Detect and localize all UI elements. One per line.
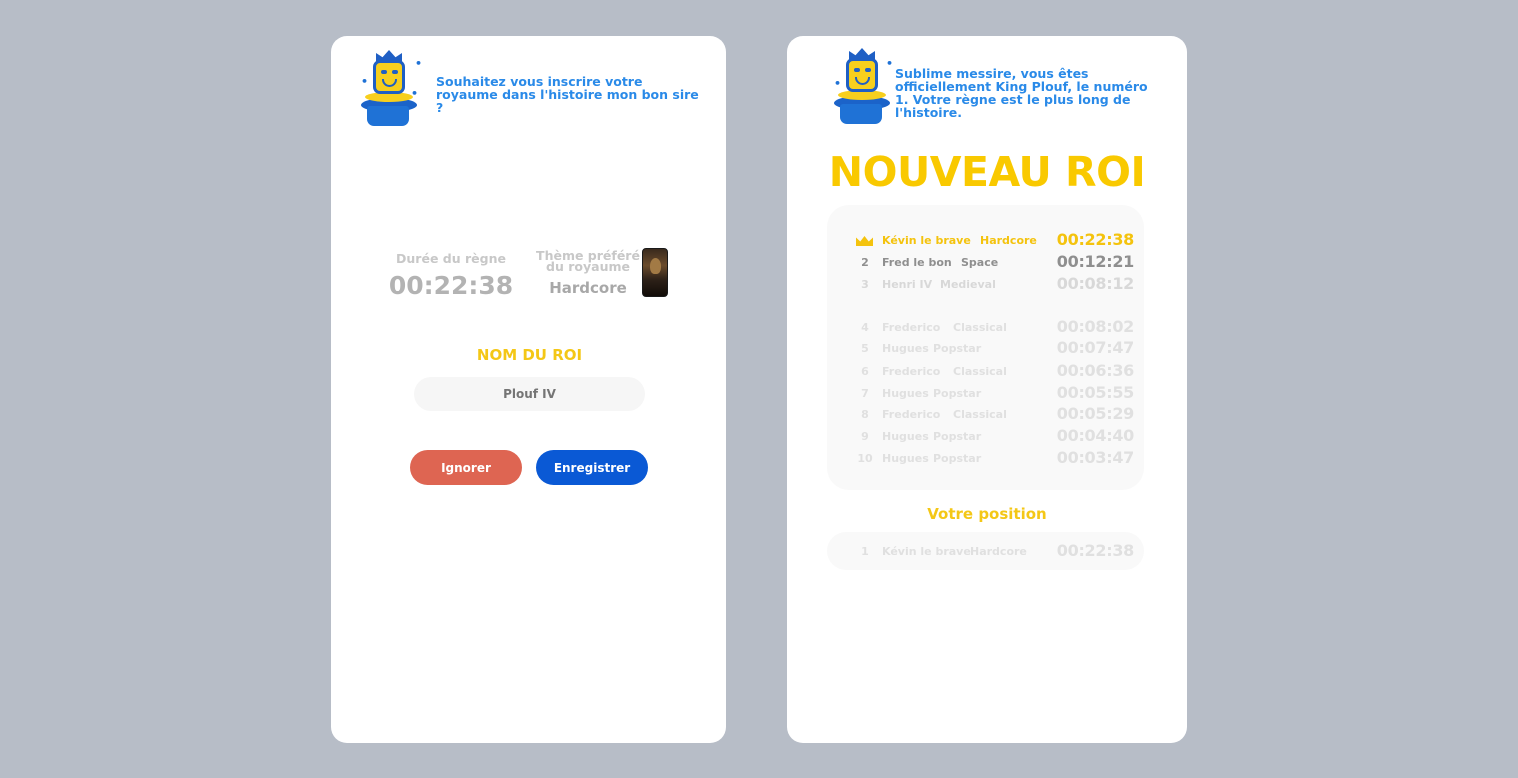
- row-time: 00:05:29: [1056, 404, 1135, 423]
- leaderboard-row: 5 Hugues Popstar 00:07:47: [827, 338, 1144, 358]
- king-plouf-mascot-icon: • • •: [361, 50, 422, 130]
- your-position-title: Votre position: [927, 505, 1047, 523]
- row-name: Frederico: [882, 365, 941, 378]
- leaderboard-row: 10 Hugues Popstar 00:03:47: [827, 448, 1144, 468]
- row-theme: Popstar: [933, 430, 982, 443]
- row-theme: Hardcore: [970, 545, 1027, 558]
- row-name: Hugues: [882, 342, 929, 355]
- leaderboard-row: 6 Frederico Classical 00:06:36: [827, 361, 1144, 381]
- leaderboard-row: 2 Fred le bon Space 00:12:21: [827, 252, 1144, 272]
- row-name: Hugues: [882, 452, 929, 465]
- leaderboard-row: 9 Hugues Popstar 00:04:40: [827, 426, 1144, 446]
- leaderboard-row: 4 Frederico Classical 00:08:02: [827, 317, 1144, 337]
- row-time: 00:22:38: [1056, 541, 1135, 560]
- king-name-title: NOM DU ROI: [476, 346, 583, 364]
- row-time: 00:12:21: [1056, 252, 1135, 271]
- row-rank: 2: [861, 256, 869, 269]
- row-rank: 5: [861, 342, 869, 355]
- new-king-card: • • Sublime messire, vous êtes officiell…: [787, 36, 1187, 743]
- row-rank: 1: [861, 545, 869, 558]
- reign-duration-value: 00:22:38: [388, 271, 514, 300]
- row-time: 00:07:47: [1056, 338, 1135, 357]
- row-name: Kévin le brave: [882, 234, 971, 247]
- row-rank: 10: [857, 452, 873, 465]
- theme-thumbnail: [642, 248, 668, 297]
- king-plouf-mascot-icon: • •: [834, 48, 894, 128]
- save-button[interactable]: Enregistrer: [536, 450, 648, 485]
- row-rank: 8: [861, 408, 869, 421]
- leaderboard-row: 7 Hugues Popstar 00:05:55: [827, 383, 1144, 403]
- row-time: 00:03:47: [1056, 448, 1135, 467]
- register-card: • • • Souhaitez vous inscrire votre roya…: [331, 36, 726, 743]
- row-rank: 3: [861, 278, 869, 291]
- row-theme: Classical: [953, 408, 1007, 421]
- row-theme: Classical: [953, 365, 1007, 378]
- row-name: Hugues: [882, 387, 929, 400]
- new-king-title: NOUVEAU ROI: [828, 148, 1146, 196]
- row-rank: 6: [861, 365, 869, 378]
- row-rank: 4: [861, 321, 869, 334]
- row-time: 00:08:02: [1056, 317, 1135, 336]
- position-row: 1 Kévin le brave Hardcore 00:22:38: [827, 541, 1144, 561]
- row-name: Frederico: [882, 321, 941, 334]
- row-theme: Popstar: [933, 452, 982, 465]
- row-theme: Popstar: [933, 387, 982, 400]
- register-prompt: Souhaitez vous inscrire votre royaume da…: [436, 74, 699, 115]
- leaderboard-row: 8 Frederico Classical 00:05:29: [827, 404, 1144, 424]
- ignore-button[interactable]: Ignorer: [410, 450, 522, 485]
- row-theme: Space: [961, 256, 999, 269]
- row-time: 00:06:36: [1056, 361, 1135, 380]
- leaderboard: Kévin le brave Hardcore 00:22:38 2 Fred …: [827, 205, 1144, 490]
- row-name: Fred le bon: [882, 256, 952, 269]
- row-theme: Medieval: [940, 278, 996, 291]
- row-theme: Classical: [953, 321, 1007, 334]
- row-rank: 9: [861, 430, 869, 443]
- favorite-theme-value: Hardcore: [549, 279, 627, 297]
- your-position-row: 1 Kévin le brave Hardcore 00:22:38: [827, 532, 1144, 570]
- row-theme: Hardcore: [980, 234, 1037, 247]
- row-name: Hugues: [882, 430, 929, 443]
- king-name-input[interactable]: [414, 377, 645, 411]
- row-name: Frederico: [882, 408, 941, 421]
- crown-icon: [856, 236, 873, 246]
- favorite-theme-label: Thème préféré du royaume: [536, 248, 640, 274]
- row-time: 00:04:40: [1056, 426, 1135, 445]
- row-rank: 7: [861, 387, 869, 400]
- row-time: 00:22:38: [1056, 230, 1135, 249]
- row-name: Henri IV: [882, 278, 933, 291]
- leaderboard-row: 3 Henri IV Medieval 00:08:12: [827, 274, 1144, 294]
- row-time: 00:08:12: [1056, 274, 1135, 293]
- leaderboard-row: Kévin le brave Hardcore 00:22:38: [827, 230, 1144, 250]
- congratulation-message: Sublime messire, vous êtes officiellemen…: [895, 66, 1148, 120]
- reign-duration-label: Durée du règne: [396, 251, 506, 266]
- row-time: 00:05:55: [1056, 383, 1135, 402]
- row-name: Kévin le brave: [882, 545, 971, 558]
- row-theme: Popstar: [933, 342, 982, 355]
